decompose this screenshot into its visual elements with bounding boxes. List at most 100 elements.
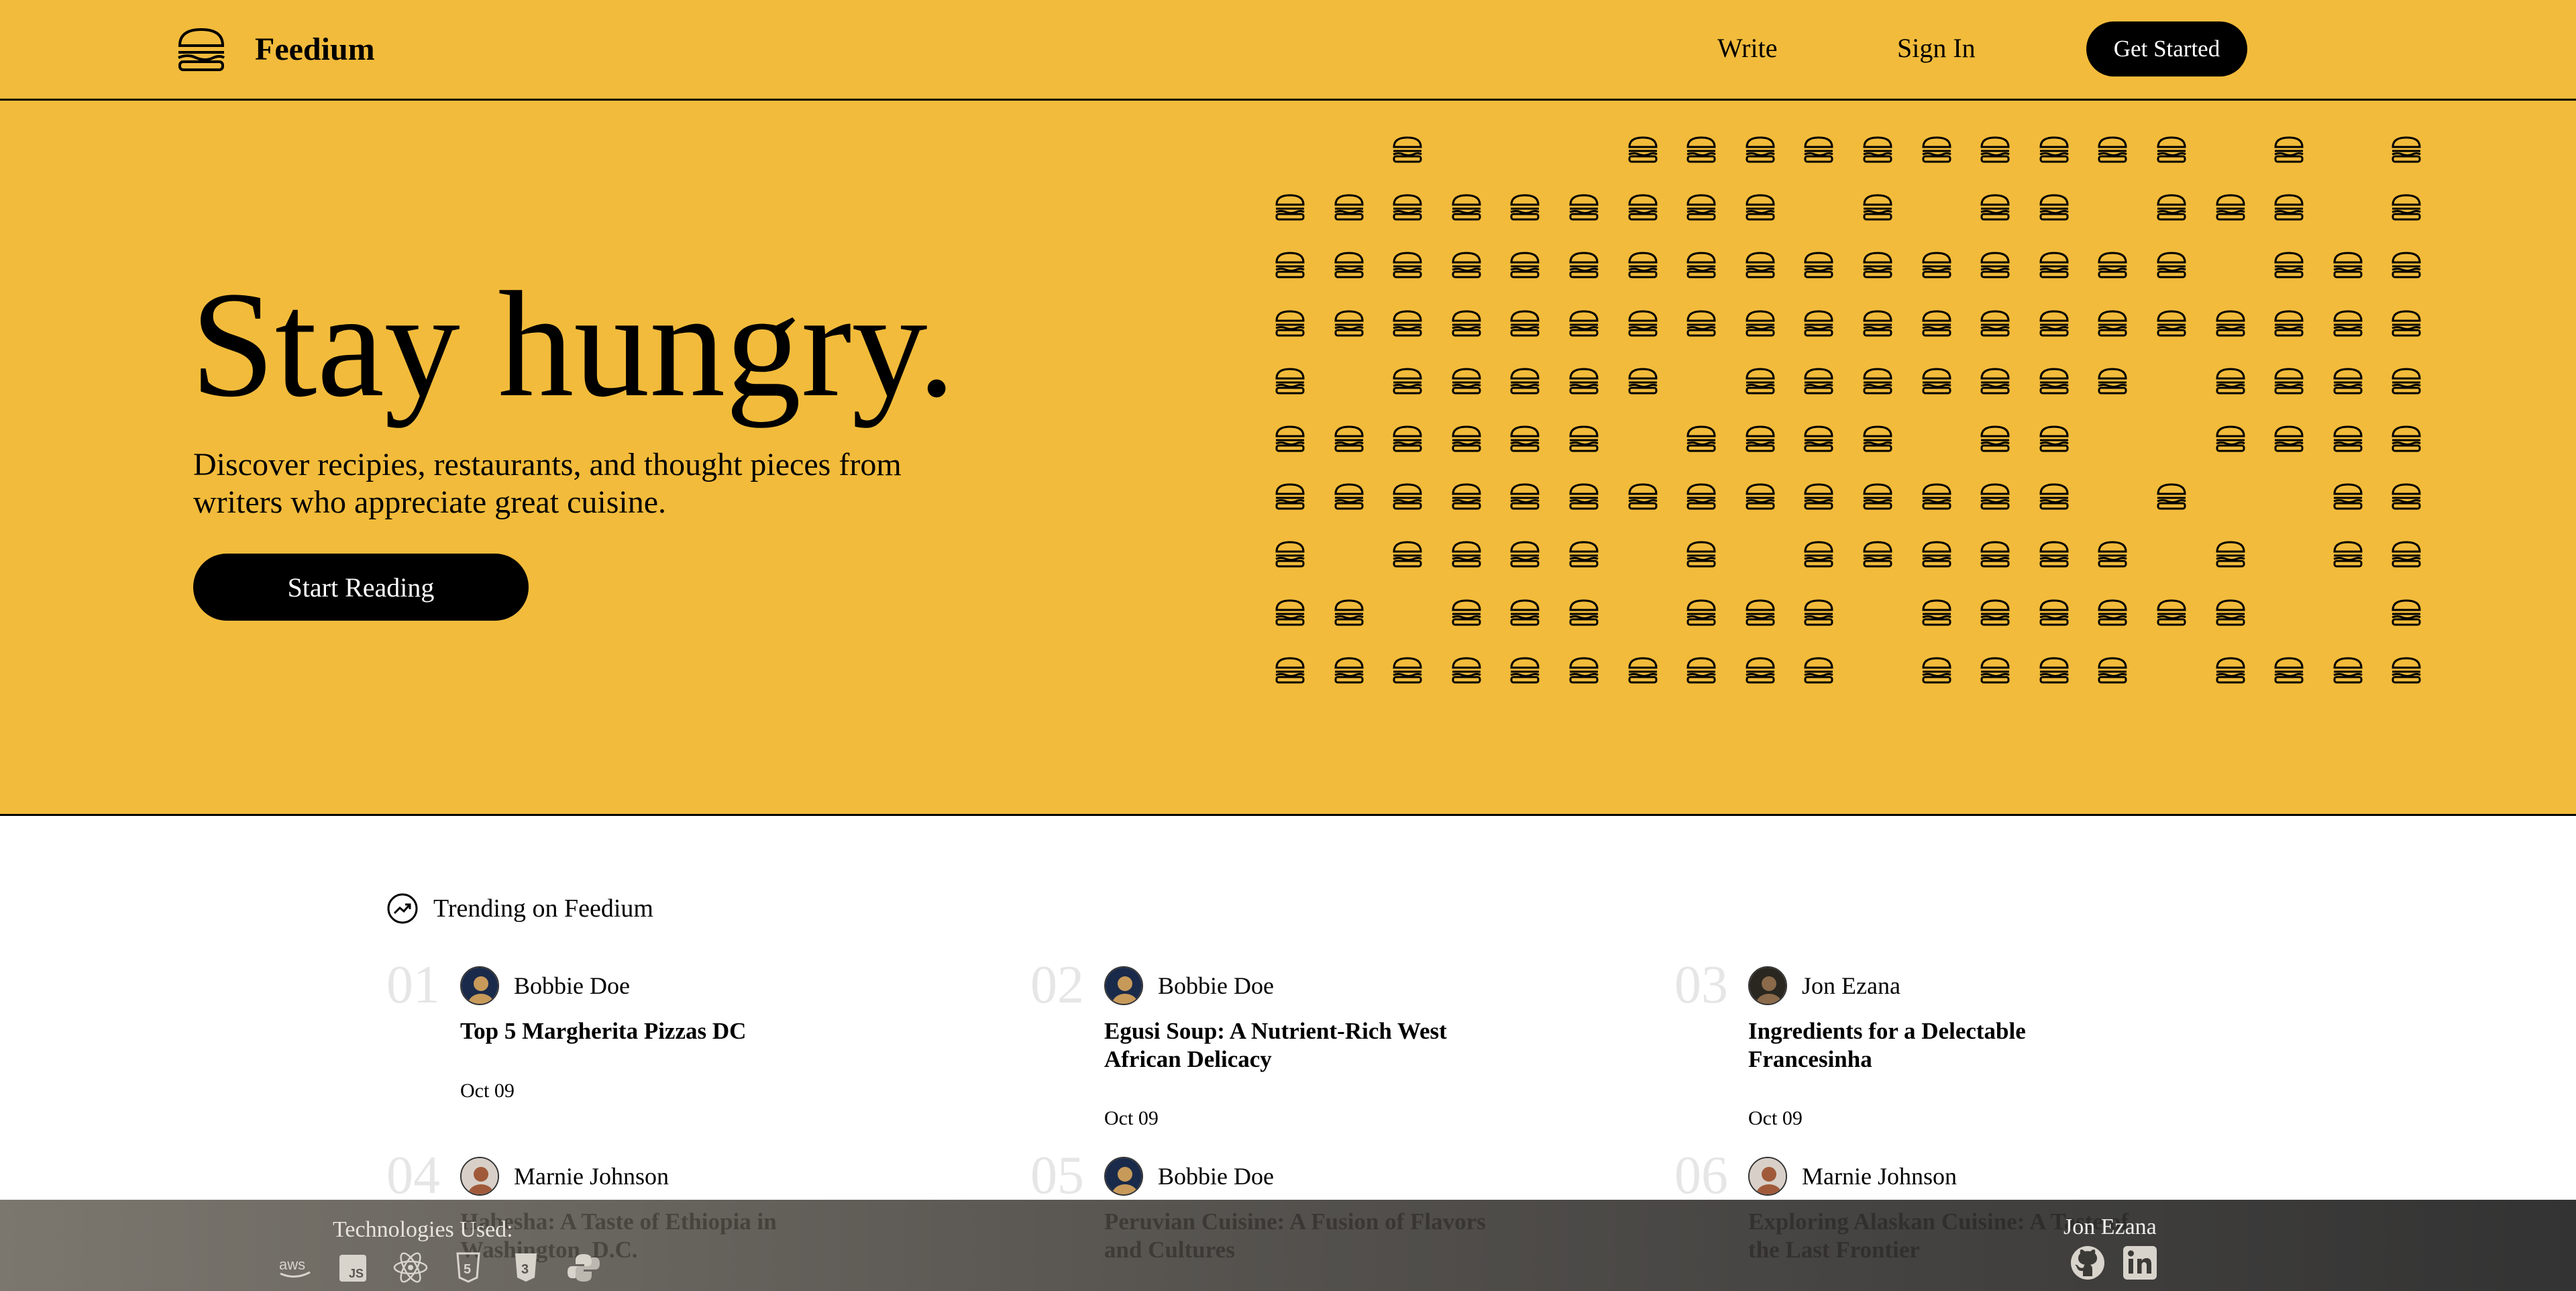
burger-icon <box>1802 309 1835 338</box>
burger-icon <box>2096 309 2129 338</box>
burger-icon <box>1567 367 1601 395</box>
avatar <box>1104 1157 1143 1196</box>
article-author[interactable]: Bobbie Doe <box>1104 966 1274 1005</box>
burger-icon <box>2390 482 2423 511</box>
burger-icon <box>1332 309 1366 338</box>
burger-icon <box>1273 540 1307 568</box>
burger-icon <box>1273 425 1307 453</box>
burger-icon <box>2390 309 2423 338</box>
footer-bar: Technologies Used: aws JS 5 3 Jon Ezana <box>0 1200 2576 1291</box>
article-rank: 05 <box>1030 1146 1084 1205</box>
linkedin-icon[interactable] <box>2121 1244 2159 1282</box>
article-title[interactable]: Ingredients for a Delectable Francesinha <box>1748 1017 2151 1074</box>
article-rank: 02 <box>1030 956 1084 1015</box>
burger-icon <box>1391 309 1424 338</box>
article-rank: 06 <box>1674 1146 1728 1205</box>
burger-icon <box>1802 656 1835 684</box>
python-icon[interactable] <box>564 1252 604 1283</box>
burger-icon <box>1567 482 1601 511</box>
social-links <box>2069 1244 2159 1282</box>
burger-icon <box>1861 540 1894 568</box>
burger-icon <box>1391 136 1424 164</box>
article-author[interactable]: Jon Ezana <box>1748 966 1900 1005</box>
burger-icon <box>1391 367 1424 395</box>
burger-icon <box>1802 136 1835 164</box>
burger-icon <box>1743 656 1777 684</box>
html5-icon[interactable]: 5 <box>448 1252 488 1283</box>
burger-icon <box>2214 656 2247 684</box>
burger-icon <box>1920 367 1953 395</box>
technologies-label: Technologies Used: <box>333 1217 513 1242</box>
burger-icon <box>1391 656 1424 684</box>
burger-icon <box>2155 599 2188 627</box>
burger-icon <box>1743 367 1777 395</box>
burger-icon <box>1567 599 1601 627</box>
burger-icon <box>1391 425 1424 453</box>
start-reading-button[interactable]: Start Reading <box>193 554 529 621</box>
burger-icon <box>2331 251 2365 279</box>
burger-pattern <box>1273 136 2454 713</box>
javascript-icon[interactable]: JS <box>333 1252 373 1283</box>
burger-icon <box>2390 540 2423 568</box>
burger-icon <box>1508 425 1542 453</box>
svg-text:5: 5 <box>464 1262 471 1277</box>
burger-icon <box>2037 367 2071 395</box>
burger-icon <box>1450 656 1483 684</box>
burger-icon <box>1273 193 1307 221</box>
burger-icon <box>1920 540 1953 568</box>
burger-icon <box>1508 540 1542 568</box>
burger-icon <box>1273 309 1307 338</box>
brand-logo[interactable]: Feedium <box>174 25 375 72</box>
github-icon[interactable] <box>2069 1244 2106 1282</box>
nav-sign-in-link[interactable]: Sign In <box>1897 32 1976 64</box>
article-author[interactable]: Bobbie Doe <box>460 966 630 1005</box>
article-author[interactable]: Bobbie Doe <box>1104 1157 1274 1196</box>
burger-icon <box>2096 656 2129 684</box>
burger-icon <box>1978 540 2012 568</box>
burger-icon <box>2037 599 2071 627</box>
burger-icon <box>2390 251 2423 279</box>
burger-icon <box>1920 309 1953 338</box>
burger-icon <box>1920 599 1953 627</box>
burger-icon <box>2214 425 2247 453</box>
burger-icon <box>2037 540 2071 568</box>
burger-icon <box>1508 251 1542 279</box>
burger-icon <box>2272 425 2306 453</box>
article-title[interactable]: Egusi Soup: A Nutrient-Rich West African… <box>1104 1017 1507 1074</box>
burger-icon <box>1684 309 1718 338</box>
article-author[interactable]: Marnie Johnson <box>1748 1157 1957 1196</box>
burger-icon <box>1567 251 1601 279</box>
article-title[interactable]: Top 5 Margherita Pizzas DC <box>460 1017 863 1045</box>
get-started-button[interactable]: Get Started <box>2086 21 2247 76</box>
article-author[interactable]: Marnie Johnson <box>460 1157 669 1196</box>
burger-icon <box>1273 656 1307 684</box>
react-icon[interactable] <box>390 1252 431 1283</box>
burger-icon <box>1861 425 1894 453</box>
burger-icon <box>2096 367 2129 395</box>
css3-icon[interactable]: 3 <box>506 1252 546 1283</box>
article-rank: 01 <box>386 956 440 1015</box>
burger-icon <box>2390 425 2423 453</box>
burger-icon <box>1978 309 2012 338</box>
burger-icon <box>1508 193 1542 221</box>
nav-write-link[interactable]: Write <box>1717 32 1777 64</box>
burger-icon <box>1861 367 1894 395</box>
burger-icon <box>1802 599 1835 627</box>
burger-icon <box>1391 251 1424 279</box>
burger-icon <box>1743 425 1777 453</box>
burger-icon <box>2037 482 2071 511</box>
svg-text:3: 3 <box>521 1262 529 1277</box>
author-name: Marnie Johnson <box>1802 1163 1957 1190</box>
burger-icon <box>2037 251 2071 279</box>
burger-icon <box>2331 482 2365 511</box>
burger-icon <box>1920 136 1953 164</box>
burger-icon <box>1743 136 1777 164</box>
burger-icon <box>1743 193 1777 221</box>
burger-icon <box>1450 251 1483 279</box>
burger-icon <box>2390 367 2423 395</box>
burger-icon <box>1391 482 1424 511</box>
burger-icon <box>1508 482 1542 511</box>
burger-icon <box>1508 656 1542 684</box>
burger-icon <box>1450 599 1483 627</box>
aws-icon[interactable]: aws <box>275 1252 315 1283</box>
